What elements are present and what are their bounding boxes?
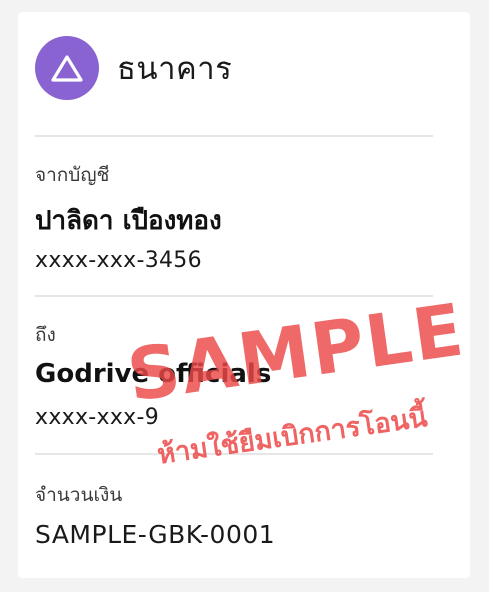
divider [35,135,433,137]
bank-header: ธนาคาร [35,36,232,100]
from-label: จากบัญชี [35,164,110,186]
divider [35,295,433,297]
amount-label: จำนวนเงิน [35,484,123,506]
bank-logo [35,36,99,100]
triangle-logo-icon [51,55,83,82]
to-account: xxxx-xxx-9 [35,405,160,430]
from-name: ปาลิดา เปืองทอง [35,206,222,236]
from-account: xxxx-xxx-3456 [35,248,202,273]
to-label: ถึง [35,324,56,346]
to-name: Godrive officials [35,359,272,389]
bank-name: ธนาคาร [117,51,233,87]
amount-value: SAMPLE-GBK-0001 [35,520,276,549]
divider [35,453,433,455]
